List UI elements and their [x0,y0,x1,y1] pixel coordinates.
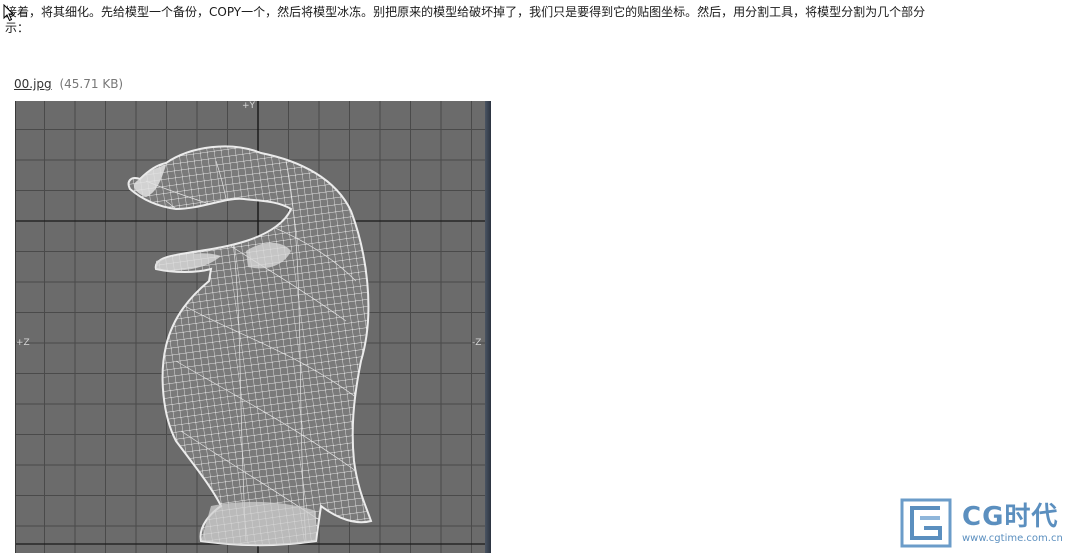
axis-label-minus-z: -Z [472,338,482,348]
attachment-size: (45.71 KB) [59,77,124,91]
watermark-title: CG时代 [962,502,1059,532]
article-line-2: 示： [5,21,30,35]
watermark: CG时代 www.cgtime.com.cn [900,496,1076,550]
cgtime-logo-icon [900,498,952,548]
page: 接着，将其细化。先给模型一个备份，COPY一个，然后将模型冰冻。别把原来的模型给… [0,0,1076,553]
attachment-info: 00.jpg (45.71 KB) [14,76,123,92]
attachment-link[interactable]: 00.jpg [14,77,52,91]
mouse-cursor-icon [3,4,15,22]
viewport-frame-edge [485,101,491,553]
axis-label-plus-z: +Z [16,338,30,348]
viewport-canvas [16,101,491,553]
watermark-url: www.cgtime.com.cn [962,533,1063,544]
article-line-1: 接着，将其细化。先给模型一个备份，COPY一个，然后将模型冰冻。别把原来的模型给… [5,5,926,19]
axis-label-y: +Y [242,101,256,111]
model-viewport-image[interactable]: +Y +Z -Z [15,101,491,553]
wireframe-model [127,145,373,547]
article-text: 接着，将其细化。先给模型一个备份，COPY一个，然后将模型冰冻。别把原来的模型给… [5,4,1076,36]
